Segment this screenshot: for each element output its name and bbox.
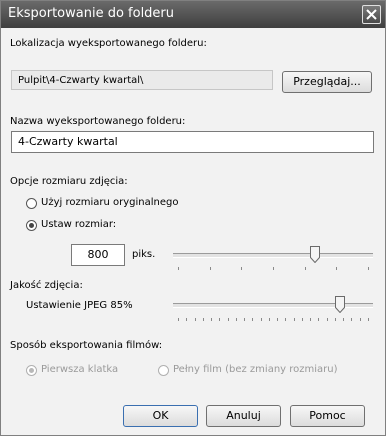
first-frame-radio-dot — [29, 368, 34, 373]
slider-tick — [210, 267, 211, 270]
slider-tick — [277, 318, 278, 321]
slider-tick — [310, 318, 311, 321]
slider-tick — [351, 318, 352, 321]
slider-tick — [343, 318, 344, 321]
full-video-radio[interactable] — [158, 365, 169, 376]
browse-button[interactable]: Przeglądaj... — [282, 71, 372, 93]
slider-tick — [285, 318, 286, 321]
slider-tick — [327, 318, 328, 321]
export-dialog: Eksportowanie do folderu Lokalizacja wye… — [0, 0, 386, 436]
first-frame-label: Pierwsza klatka — [41, 364, 119, 375]
size-input[interactable]: 800 — [71, 244, 125, 266]
slider-tick — [236, 318, 237, 321]
resize-radio[interactable] — [26, 220, 37, 231]
slider-tick — [228, 318, 229, 321]
slider-tick — [252, 318, 253, 321]
size-slider[interactable] — [173, 246, 373, 274]
slider-tick — [305, 267, 306, 270]
slider-tick — [269, 318, 270, 321]
slider-tick — [178, 318, 179, 321]
size-slider-track — [173, 253, 373, 258]
slider-tick — [244, 318, 245, 321]
close-button[interactable] — [362, 5, 381, 24]
quality-slider-ticks — [173, 318, 373, 322]
folder-name-value: 4-Czwarty kwartal — [18, 135, 118, 148]
quality-setting: Ustawienie JPEG 85% — [26, 300, 133, 311]
slider-tick — [195, 318, 196, 321]
original-size-label: Użyj rozmiaru oryginalnego — [41, 197, 179, 208]
slider-tick — [368, 267, 369, 270]
slider-tick — [203, 318, 204, 321]
first-frame-radio[interactable] — [26, 365, 37, 376]
resize-radio-dot — [29, 223, 34, 228]
quality-slider[interactable] — [173, 296, 373, 326]
slider-tick — [336, 267, 337, 270]
size-slider-thumb[interactable] — [310, 246, 320, 263]
quality-slider-thumb[interactable] — [335, 296, 345, 313]
resize-label: Ustaw rozmiar: — [41, 219, 117, 230]
slider-tick — [368, 318, 369, 321]
size-value: 800 — [87, 248, 109, 261]
original-size-radio[interactable] — [26, 198, 37, 209]
video-export-label: Sposób eksportowania filmów: — [10, 340, 163, 351]
location-label: Lokalizacja wyeksportowanego folderu: — [10, 38, 207, 49]
window-title: Eksportowanie do folderu — [8, 6, 175, 21]
folder-name-input[interactable]: 4-Czwarty kwartal — [11, 131, 374, 153]
cancel-button[interactable]: Anuluj — [206, 405, 281, 427]
slider-tick — [335, 318, 336, 321]
ok-button[interactable]: OK — [123, 405, 198, 427]
slider-tick — [318, 318, 319, 321]
slider-tick — [178, 267, 179, 270]
quality-label: Jakość zdjęcia: — [10, 280, 83, 291]
slider-tick — [241, 267, 242, 270]
size-slider-ticks — [173, 267, 373, 271]
close-icon — [366, 9, 377, 20]
size-options-label: Opcje rozmiaru zdjęcia: — [10, 176, 128, 187]
slider-tick — [294, 318, 295, 321]
slider-tick — [302, 318, 303, 321]
size-unit: piks. — [132, 249, 156, 260]
location-field: Pulpit\4-Czwarty kwartal\ — [11, 70, 273, 90]
slider-tick — [360, 318, 361, 321]
help-button[interactable]: Pomoc — [290, 405, 365, 427]
slider-tick — [186, 318, 187, 321]
slider-tick — [261, 318, 262, 321]
location-value: Pulpit\4-Czwarty kwartal\ — [18, 75, 144, 86]
title-bar: Eksportowanie do folderu — [1, 1, 385, 28]
full-video-label: Pełny film (bez zmiany rozmiaru) — [173, 364, 338, 375]
slider-tick — [219, 318, 220, 321]
slider-tick — [273, 267, 274, 270]
folder-name-label: Nazwa wyeksportowanego folderu: — [10, 116, 186, 127]
slider-tick — [211, 318, 212, 321]
